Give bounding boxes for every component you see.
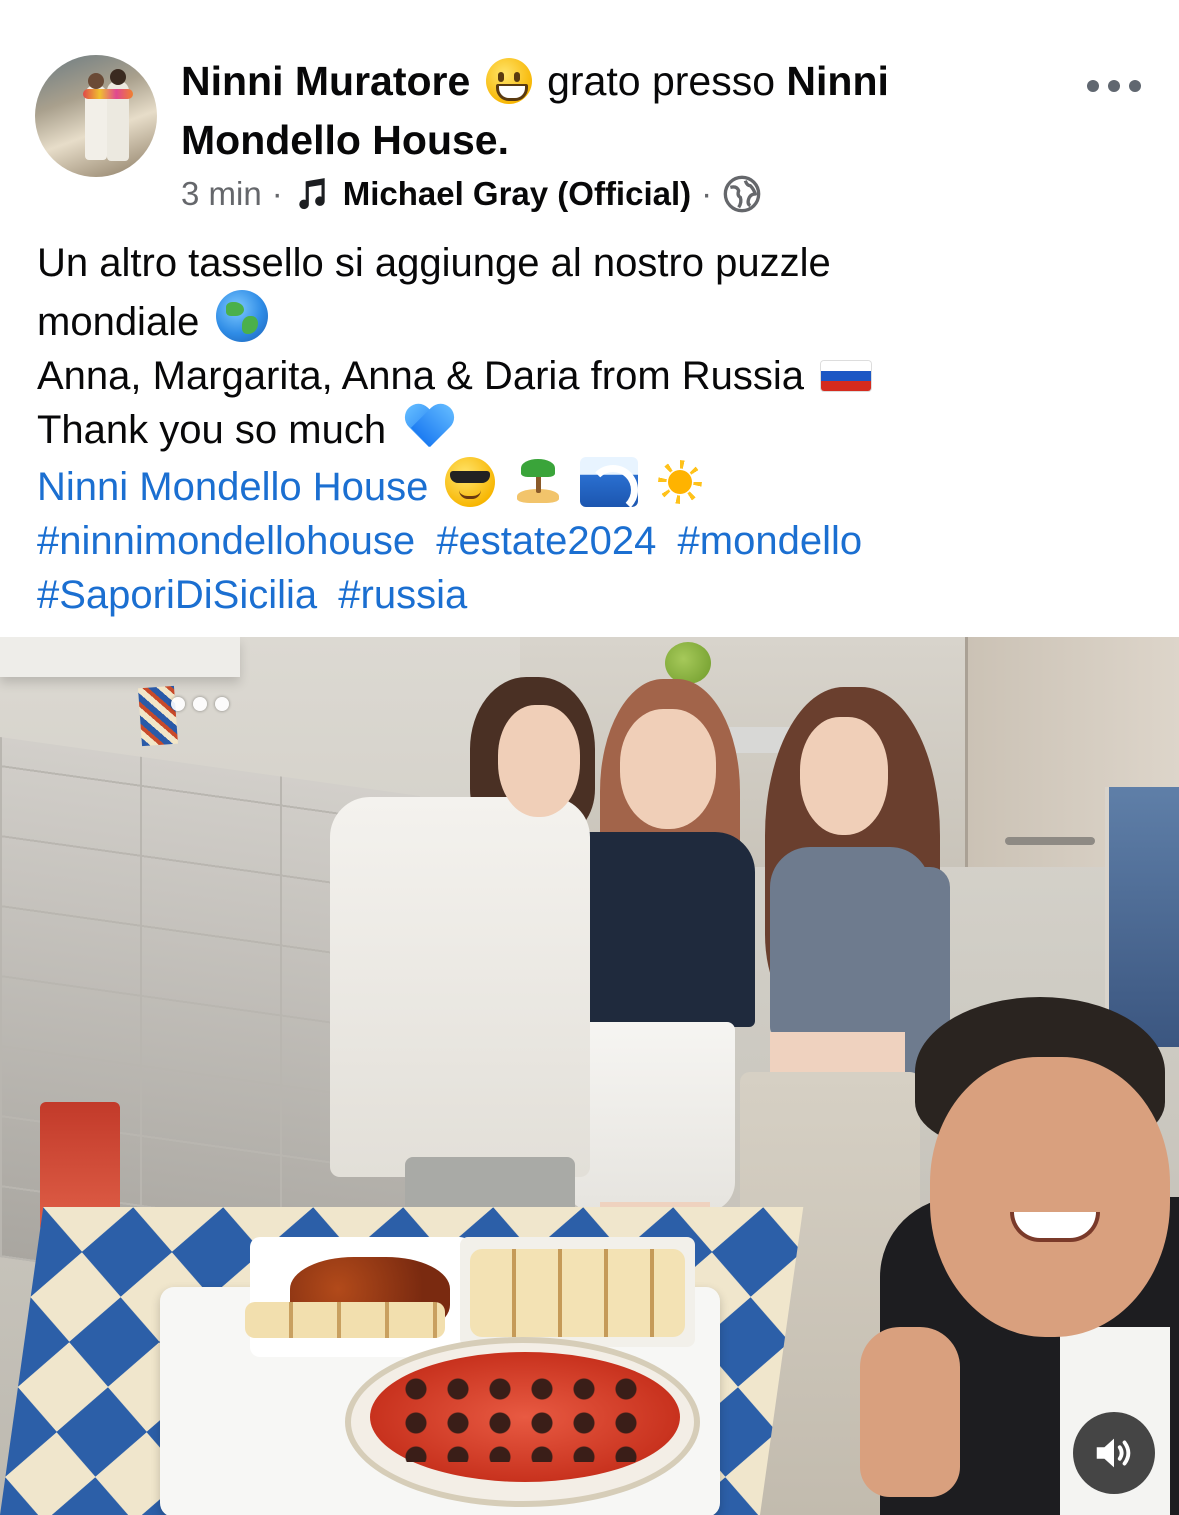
post-text: Thank you so much [37, 408, 387, 452]
avatar-head [88, 73, 104, 89]
photo-person-face [800, 717, 888, 835]
author-name-link[interactable]: Ninni Muratore [181, 58, 470, 104]
meta-separator: · [701, 175, 713, 212]
post-text: Un altro tassello si aggiunge al nostro … [37, 241, 831, 285]
carousel-dot [193, 697, 207, 711]
facebook-post: Ninni Muratore grato presso Ninni Mondel… [0, 0, 1179, 1515]
more-dot-icon [1108, 80, 1120, 92]
grinning-face-icon [485, 58, 532, 104]
sun-icon [655, 457, 705, 507]
photo-olives [395, 1372, 645, 1462]
author-avatar[interactable] [35, 55, 157, 177]
photo-person-top [770, 847, 930, 1037]
photo-bread [245, 1302, 445, 1338]
hashtag-link[interactable]: #ninnimondellohouse [37, 519, 415, 563]
hashtag-link[interactable]: #russia [338, 573, 467, 617]
music-track-link[interactable]: Michael Gray (Official) [343, 175, 691, 213]
globe-icon [723, 175, 761, 213]
post-text-line: Un altro tassello si aggiunge al nostro … [37, 236, 1147, 290]
desert-island-icon [513, 457, 563, 507]
hashtag-link[interactable]: #mondello [678, 519, 863, 563]
avatar-flower-lei [83, 89, 133, 99]
avatar-head [110, 69, 126, 85]
post-photo[interactable] [0, 637, 1179, 1515]
music-note-icon [299, 178, 325, 210]
hashtag-link[interactable]: #estate2024 [436, 519, 656, 563]
russia-flag-icon [821, 361, 872, 391]
hashtag-link[interactable]: #SaporiDiSicilia [37, 573, 317, 617]
photo-shelf [0, 637, 240, 677]
post-meta: 3 min · Michael Gray (Official) · [181, 172, 762, 216]
hashtag-line: #ninnimondellohouse #estate2024 #mondell… [37, 514, 1147, 568]
page-mention-link[interactable]: Ninni Mondello House [37, 465, 428, 509]
carousel-indicator [171, 697, 229, 711]
activity-text: grato presso [547, 58, 776, 104]
speaker-icon [1096, 1438, 1131, 1468]
post-body: Un altro tassello si aggiunge al nostro … [37, 236, 1147, 622]
post-timestamp[interactable]: 3 min [181, 175, 262, 213]
photo-person-face [620, 709, 716, 829]
photo-decor-tile [138, 685, 178, 747]
carousel-dot [215, 697, 229, 711]
post-text-line: Anna, Margarita, Anna & Daria from Russi… [37, 349, 1147, 403]
post-header-line: Ninni Muratore grato presso Ninni Mondel… [181, 52, 1011, 170]
post-text: mondiale [37, 300, 200, 344]
photo-person-face [498, 705, 580, 817]
post-text: Anna, Margarita, Anna & Daria from Russi… [37, 354, 805, 398]
water-wave-icon [579, 457, 638, 507]
carousel-dot [171, 697, 185, 711]
photo-bread [470, 1249, 685, 1337]
post-text-line: mondiale [37, 290, 1147, 349]
more-dot-icon [1129, 80, 1141, 92]
photo-cabinet-handle [1005, 837, 1095, 845]
photo-person-skirt [565, 1022, 735, 1212]
hashtag-line: #SaporiDiSicilia #russia [37, 568, 1147, 622]
post-text-line: Ninni Mondello House [37, 457, 1147, 514]
photo-window [1105, 787, 1179, 1047]
photo-thumbs-up-hand [860, 1327, 960, 1497]
sound-toggle-button[interactable] [1073, 1412, 1155, 1494]
meta-separator: · [271, 175, 283, 212]
sunglasses-face-icon [445, 457, 496, 507]
more-dot-icon [1087, 80, 1099, 92]
photo-person-shirt [330, 797, 590, 1177]
photo-plant [665, 642, 711, 684]
post-text-line: Thank you so much [37, 403, 1147, 457]
earth-globe-icon [216, 290, 269, 342]
blue-heart-icon [403, 405, 455, 453]
more-options-button[interactable] [1087, 75, 1141, 97]
photo-man-face [930, 1057, 1170, 1337]
